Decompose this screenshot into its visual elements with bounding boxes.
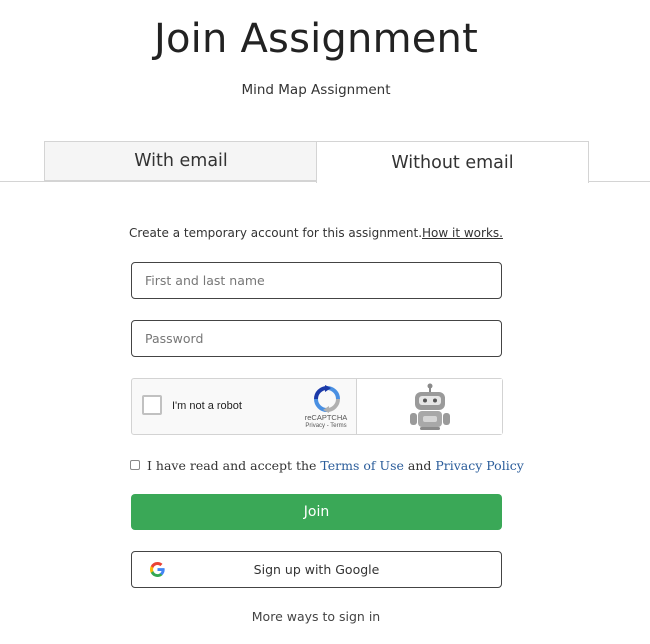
- how-it-works-link[interactable]: How it works.: [422, 226, 503, 240]
- recaptcha-label: I'm not a robot: [172, 400, 242, 412]
- page-title: Join Assignment: [154, 16, 478, 62]
- recaptcha-links[interactable]: Privacy - Terms: [300, 423, 352, 429]
- intro-text: Create a temporary account for this assi…: [0, 226, 632, 240]
- robot-icon: [410, 383, 450, 430]
- tab-without-email[interactable]: Without email: [316, 141, 589, 183]
- terms-prefix: I have read and accept the: [147, 457, 321, 473]
- more-ways-link[interactable]: More ways to sign in: [0, 609, 632, 624]
- join-button[interactable]: Join: [131, 494, 502, 530]
- recaptcha-icon: [314, 385, 340, 413]
- google-signup-button[interactable]: Sign up with Google: [131, 551, 502, 588]
- terms-agreement: I have read and accept the Terms of Use …: [130, 456, 524, 474]
- password-input[interactable]: [131, 320, 502, 357]
- captcha-challenge-area: [357, 379, 502, 434]
- recaptcha-brand: reCAPTCHA: [304, 413, 348, 422]
- terms-middle: and: [403, 457, 436, 473]
- assignment-name: Mind Map Assignment: [241, 82, 391, 98]
- recaptcha-panel: I'm not a robot reCAPTCHA Privacy - Term…: [132, 379, 357, 434]
- name-input[interactable]: [131, 262, 502, 299]
- google-button-label: Sign up with Google: [253, 562, 380, 577]
- privacy-policy-link[interactable]: Privacy Policy: [435, 458, 523, 473]
- recaptcha-widget: I'm not a robot reCAPTCHA Privacy - Term…: [131, 378, 503, 435]
- google-g-icon: [150, 562, 165, 577]
- terms-of-use-link[interactable]: Terms of Use: [320, 458, 403, 473]
- recaptcha-checkbox[interactable]: [142, 395, 162, 415]
- tab-with-email[interactable]: With email: [44, 141, 317, 181]
- terms-checkbox[interactable]: [130, 460, 140, 470]
- intro-message: Create a temporary account for this assi…: [129, 226, 423, 240]
